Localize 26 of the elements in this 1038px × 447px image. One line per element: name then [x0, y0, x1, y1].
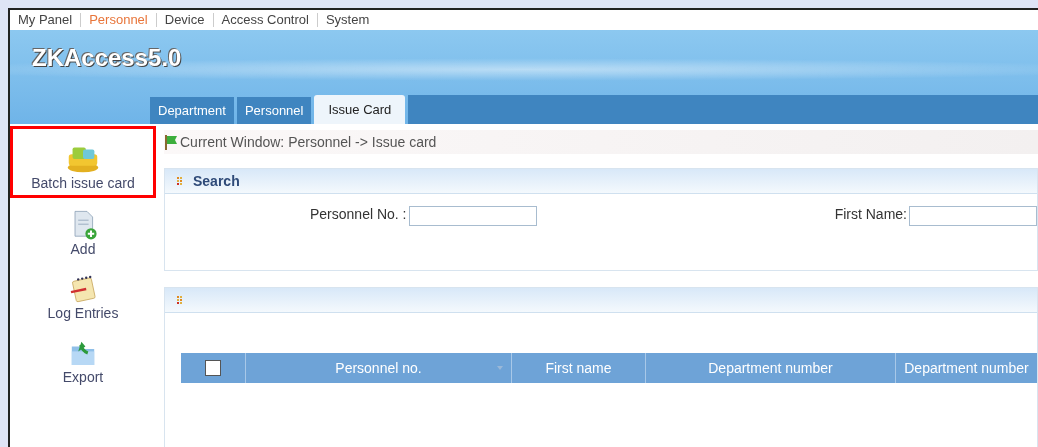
sidebar-item[interactable]: Add: [10, 202, 157, 262]
tab[interactable]: Department: [150, 97, 234, 124]
panel-title: Search: [193, 173, 240, 189]
menu-item[interactable]: My Panel: [18, 12, 73, 28]
sidebar-label: Add: [70, 241, 96, 257]
sidebar-item[interactable]: Export: [10, 330, 157, 390]
field-label: First Name:: [834, 206, 907, 222]
menu-item[interactable]: Device: [164, 12, 205, 28]
logo: ZKAccess5.0: [32, 43, 182, 72]
sidebar-label: Batch issue card: [31, 175, 135, 191]
flag-icon: [164, 134, 178, 150]
dots-icon: [177, 177, 185, 185]
tab[interactable]: Issue Card: [314, 95, 406, 124]
field-label: Personnel No. :: [310, 206, 407, 222]
sort-icon: [497, 365, 503, 371]
breadcrumb: Current Window: Personnel -> Issue card: [180, 134, 437, 150]
input-field[interactable]: [408, 206, 537, 226]
sidebar-item[interactable]: Log Entries: [10, 266, 157, 326]
checkbox[interactable]: [205, 360, 221, 376]
sidebar-label: Export: [62, 369, 104, 385]
menu-item[interactable]: Access Control: [221, 12, 309, 28]
input-field[interactable]: [909, 206, 1037, 226]
sidebar-label: Log Entries: [47, 305, 119, 321]
menu-item[interactable]: System: [325, 12, 370, 28]
dots-icon: [177, 296, 185, 304]
tab[interactable]: Personnel: [236, 97, 312, 124]
